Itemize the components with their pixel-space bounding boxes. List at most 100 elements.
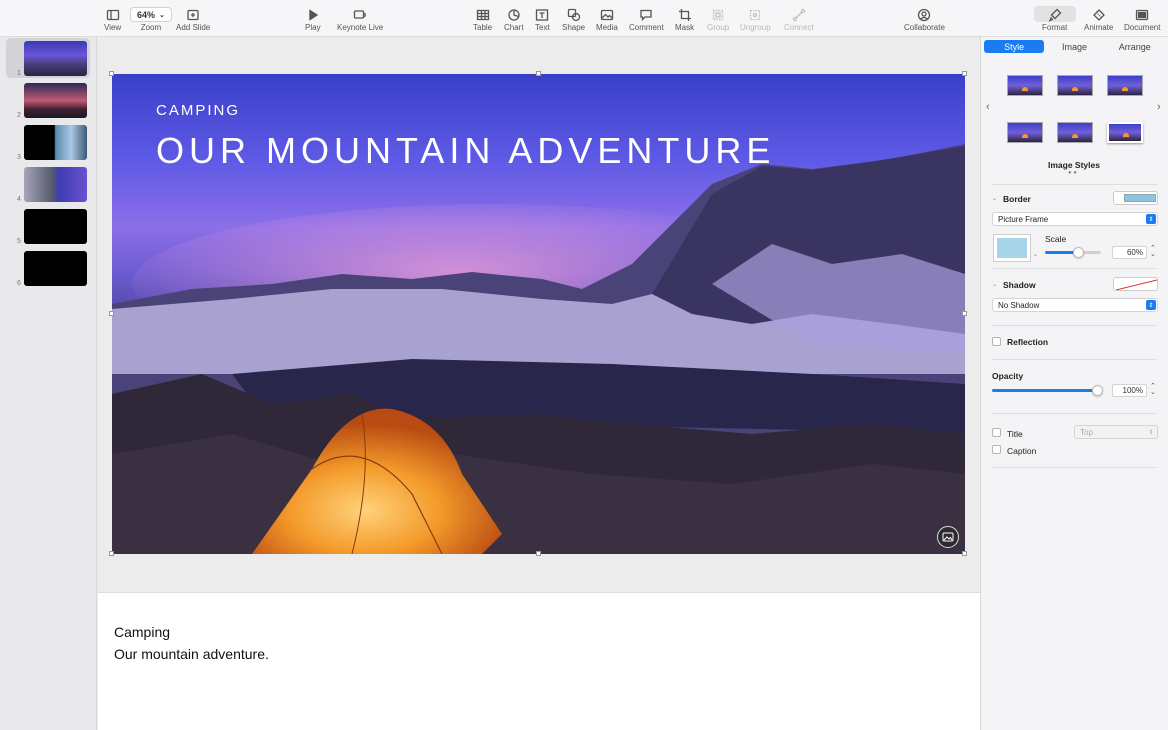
page-dots[interactable]: ● ● [1068,170,1077,176]
shadow-style-swatch[interactable] [1113,277,1158,291]
paintbrush-icon [1048,8,1062,22]
slide-thumbnail-image [24,251,87,286]
image-style-preset[interactable] [1107,75,1143,96]
resize-handle[interactable] [536,71,541,76]
title-position-select[interactable]: Top ⇕ [1074,425,1158,439]
scale-field[interactable]: 60% [1112,246,1147,259]
crop-icon [678,8,691,21]
image-style-preset[interactable] [1007,75,1043,96]
keynote-live-button[interactable]: Keynote Live [337,6,383,32]
scale-slider-knob[interactable] [1072,247,1084,258]
image-style-preset[interactable] [1057,75,1093,96]
slide-subtitle[interactable]: CAMPING [156,102,240,119]
caption-checkbox[interactable] [992,445,1001,454]
resize-handle[interactable] [962,311,967,316]
resize-handle[interactable] [109,311,114,316]
format-button[interactable]: Format [1042,6,1067,32]
collaborate-button[interactable]: Collaborate [904,6,945,32]
chevron-right-icon[interactable]: › [1157,101,1161,113]
comment-button[interactable]: Comment [629,6,664,32]
divider [991,467,1157,468]
group-icon [712,9,724,20]
image-style-preset[interactable] [1007,122,1043,143]
presenter-notes[interactable]: Camping Our mountain adventure. [98,592,980,730]
ungroup-button[interactable]: Ungroup [740,6,771,32]
chevron-updown-icon: ⇕ [1148,429,1154,436]
media-button[interactable]: Media [596,6,618,32]
resize-handle[interactable] [962,71,967,76]
shadow-type-select[interactable]: No Shadow ⇕ [992,298,1158,312]
zoom-select[interactable]: 64% ⌄ [130,7,172,22]
resize-handle[interactable] [536,551,541,556]
add-slide-icon [187,9,199,20]
keynote-live-icon [353,9,367,19]
opacity-field[interactable]: 100% [1112,384,1147,397]
chevron-left-icon[interactable]: ‹ [986,101,990,113]
disclosure-icon[interactable]: ⌄ [992,281,997,288]
shadow-label: Shadow [1003,280,1036,290]
scale-label: Scale [1045,234,1067,244]
inspector-tabs: Style Image Arrange [984,40,1165,53]
frame-style-swatch[interactable] [993,234,1031,262]
divider [991,325,1157,326]
divider [991,268,1157,269]
slide-thumbnail-image [24,41,87,76]
play-button[interactable]: Play [305,6,321,32]
slide-thumbnail-6[interactable]: 6 [6,248,90,288]
scale-stepper[interactable]: ⌃ ⌄ [1150,245,1156,258]
text-box-icon [536,8,549,21]
border-type-select[interactable]: Picture Frame ⇕ [992,212,1158,226]
view-button[interactable]: View [104,6,121,32]
tab-style[interactable]: Style [984,40,1045,53]
slide-thumbnail-5[interactable]: 5 [6,206,90,246]
image-styles-label: Image Styles [1048,160,1100,170]
slide-thumbnail-2[interactable]: 2 [6,80,90,120]
text-button[interactable]: Text [535,6,550,32]
document-button[interactable]: Document [1124,6,1160,32]
comment-icon [640,9,652,21]
slide-thumbnail-image [24,83,87,118]
replace-media-button[interactable] [937,526,959,548]
chevron-updown-icon: ⇕ [1146,214,1156,224]
shape-button[interactable]: Shape [562,6,585,32]
mask-button[interactable]: Mask [675,6,694,32]
chart-icon [508,8,520,21]
resize-handle[interactable] [109,551,114,556]
resize-handle[interactable] [962,551,967,556]
tab-arrange[interactable]: Arrange [1105,40,1165,53]
image-style-preset[interactable] [1057,122,1093,143]
title-checkbox[interactable] [992,428,1001,437]
slide-thumbnail-3[interactable]: 3 [6,122,90,162]
slide-thumbnail-1[interactable]: 1 [6,38,90,78]
slide-title[interactable]: OUR MOUNTAIN ADVENTURE [156,130,775,172]
caption-label: Caption [1007,446,1037,456]
opacity-stepper[interactable]: ⌃ ⌄ [1150,383,1156,396]
animate-button[interactable]: Animate [1084,6,1113,32]
opacity-label: Opacity [992,371,1024,381]
chevron-down-icon[interactable]: ⌄ [1033,251,1038,258]
tab-image[interactable]: Image [1044,40,1104,53]
zoom-control[interactable]: 64% ⌄ Zoom [130,6,172,32]
group-button[interactable]: Group [707,6,729,32]
opacity-slider-knob[interactable] [1092,385,1103,396]
border-label: Border [1003,194,1031,204]
slide-thumbnail-image [24,167,87,202]
image-style-preset[interactable] [1107,122,1143,143]
connect-icon [792,8,806,21]
resize-handle[interactable] [109,71,114,76]
chevron-down-icon: ⌄ [159,11,165,19]
slide-thumbnail-4[interactable]: 4 [6,164,90,204]
slide-thumbnail-image [24,209,87,244]
disclosure-icon[interactable]: ⌄ [992,195,997,202]
table-button[interactable]: Table [473,6,492,32]
divider [991,184,1157,185]
slide-navigator: 1 2 3 4 5 6 [0,37,97,730]
chart-button[interactable]: Chart [504,6,524,32]
ungroup-icon [750,9,761,20]
divider [991,359,1157,360]
reflection-checkbox[interactable] [992,337,1001,346]
border-style-swatch[interactable] [1113,191,1158,205]
add-slide-button[interactable]: Add Slide [176,6,210,32]
slide-image[interactable]: CAMPING OUR MOUNTAIN ADVENTURE [112,74,965,554]
connect-button[interactable]: Connect [784,6,814,32]
